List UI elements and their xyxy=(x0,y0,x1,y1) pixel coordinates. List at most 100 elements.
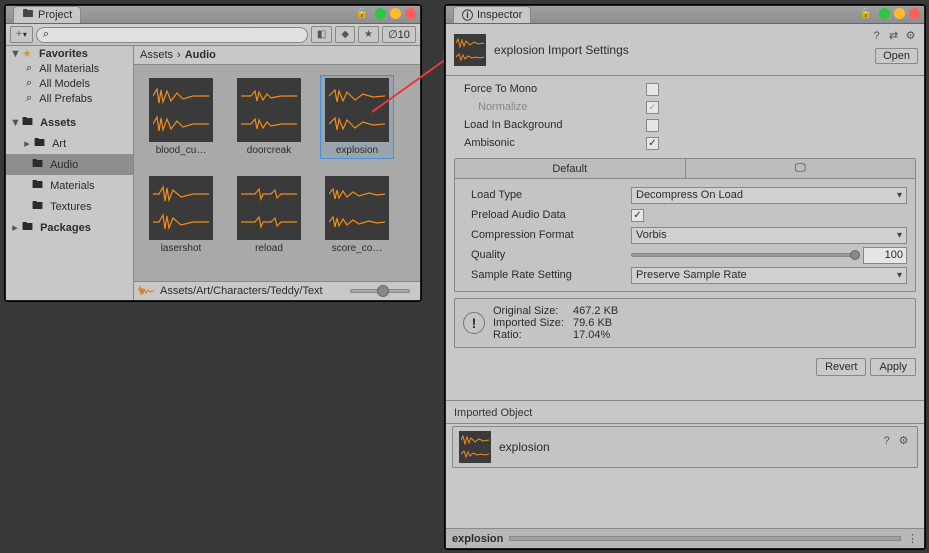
original-size-label: Original Size: xyxy=(493,305,573,317)
sample-rate-dropdown[interactable]: Preserve Sample Rate xyxy=(631,267,907,284)
compression-dropdown[interactable]: Vorbis xyxy=(631,227,907,244)
search-icon: ⌕ xyxy=(26,62,32,75)
thumbnail-size-slider[interactable] xyxy=(350,289,410,293)
normalize-checkbox[interactable]: ✓ xyxy=(646,101,659,114)
filter-label-button[interactable]: ◆ xyxy=(335,26,355,43)
inspector-tab-label: Inspector xyxy=(477,9,522,21)
quality-value[interactable]: 100 xyxy=(863,247,907,264)
force-to-mono-checkbox[interactable] xyxy=(646,83,659,96)
ratio-value: 17.04% xyxy=(573,329,610,341)
import-properties: Force To Mono Normalize✓ Load In Backgro… xyxy=(446,76,924,152)
folder-icon: 🖿 xyxy=(22,5,34,24)
asset-item[interactable]: doorcreak xyxy=(232,75,306,159)
asset-item[interactable]: score_co… xyxy=(320,173,394,257)
breadcrumb[interactable]: Assets › Audio xyxy=(134,46,420,65)
inspector-titlebar[interactable]: ⓘ Inspector 🔒 xyxy=(446,6,924,24)
asset-thumbnail xyxy=(149,176,213,240)
folder-icon: 🖿 xyxy=(34,134,45,153)
favorites-group[interactable]: ▼★ Favorites xyxy=(6,46,133,61)
imported-object-label: Imported Object xyxy=(446,403,924,421)
hidden-toggle[interactable]: ∅10 xyxy=(382,26,416,43)
lock-icon[interactable]: 🔒 xyxy=(860,8,872,19)
minimize-button[interactable] xyxy=(894,8,905,19)
load-type-label: Load Type xyxy=(463,189,631,201)
platform-tab-standalone[interactable]: 🖵 xyxy=(686,159,916,178)
fav-all-prefabs[interactable]: ⌕ All Prefabs xyxy=(6,91,133,106)
info-icon: ⓘ xyxy=(462,7,473,23)
preset-icon[interactable]: ⇄ xyxy=(886,28,901,43)
inspector-title: explosion Import Settings xyxy=(494,43,629,57)
window-controls xyxy=(375,8,416,19)
asset-item[interactable]: lasershot xyxy=(144,173,218,257)
search-icon: ⌕ xyxy=(26,77,32,90)
imported-size-value: 79.6 KB xyxy=(573,317,612,329)
asset-thumbnail xyxy=(454,34,486,66)
folder-icon: 🖿 xyxy=(32,197,43,216)
fav-all-models[interactable]: ⌕ All Models xyxy=(6,76,133,91)
assets-group[interactable]: ▼🖿 Assets xyxy=(6,112,133,133)
revert-button[interactable]: Revert xyxy=(816,358,866,376)
asset-name: lasershot xyxy=(149,243,213,254)
gear-icon[interactable]: ⚙ xyxy=(896,433,911,448)
minimize-button[interactable] xyxy=(390,8,401,19)
folder-icon: 🖿 xyxy=(32,155,43,174)
maximize-button[interactable] xyxy=(879,8,890,19)
ambisonic-checkbox[interactable]: ✓ xyxy=(646,137,659,150)
force-to-mono-label: Force To Mono xyxy=(456,83,646,95)
project-search[interactable]: ⌕ xyxy=(36,27,308,43)
ambisonic-label: Ambisonic xyxy=(456,137,646,149)
asset-grid[interactable]: blood_cu… doorcreak explosion lasershot … xyxy=(134,65,420,281)
folder-textures[interactable]: 🖿 Textures xyxy=(6,196,133,217)
load-type-dropdown[interactable]: Decompress On Load xyxy=(631,187,907,204)
favorite-button[interactable]: ★ xyxy=(358,26,379,43)
imported-size-label: Imported Size: xyxy=(493,317,573,329)
sample-rate-label: Sample Rate Setting xyxy=(463,269,631,281)
close-button[interactable] xyxy=(909,8,920,19)
packages-group[interactable]: ▸🖿 Packages xyxy=(6,217,133,238)
hidden-count: 10 xyxy=(398,29,410,41)
project-titlebar[interactable]: 🖿 Project 🔒 xyxy=(6,6,420,24)
menu-icon[interactable]: ⋮ xyxy=(907,532,918,545)
open-button[interactable]: Open xyxy=(875,48,918,64)
lock-icon[interactable]: 🔒 xyxy=(356,8,368,19)
project-tab[interactable]: 🖿 Project xyxy=(13,6,81,23)
inspector-tab[interactable]: ⓘ Inspector xyxy=(453,6,531,23)
asset-item[interactable]: blood_cu… xyxy=(144,75,218,159)
asset-thumbnail xyxy=(325,176,389,240)
size-info-panel: ! Original Size:467.2 KB Imported Size:7… xyxy=(454,298,916,348)
asset-item[interactable]: explosion xyxy=(320,75,394,159)
menu-icon[interactable]: ⚙ xyxy=(903,28,918,43)
asset-name: reload xyxy=(237,243,301,254)
inspector-window: ⓘ Inspector 🔒 explosion Import Settings … xyxy=(445,5,925,549)
asset-name: blood_cu… xyxy=(149,145,213,156)
folder-icon: 🖿 xyxy=(22,113,33,132)
apply-button[interactable]: Apply xyxy=(870,358,916,376)
help-icon[interactable]: ? xyxy=(869,28,884,43)
quality-slider[interactable] xyxy=(631,253,857,257)
filter-type-button[interactable]: ◧ xyxy=(311,26,332,43)
folder-materials[interactable]: 🖿 Materials xyxy=(6,175,133,196)
status-path-text: Assets/Art/Characters/Teddy/Text xyxy=(160,285,323,297)
platform-tab-default[interactable]: Default xyxy=(455,159,686,178)
asset-thumbnail xyxy=(149,78,213,142)
preview-bar[interactable] xyxy=(509,536,901,541)
waveform-icon xyxy=(138,285,154,297)
folder-art[interactable]: ▸🖿 Art xyxy=(6,133,133,154)
crumb-audio[interactable]: Audio xyxy=(185,49,216,61)
crumb-assets[interactable]: Assets xyxy=(140,49,173,61)
imported-thumbnail xyxy=(459,431,491,463)
help-icon[interactable]: ? xyxy=(879,433,894,448)
preload-checkbox[interactable]: ✓ xyxy=(631,209,644,222)
asset-item[interactable]: reload xyxy=(232,173,306,257)
load-in-bg-checkbox[interactable] xyxy=(646,119,659,132)
folder-audio[interactable]: 🖿 Audio xyxy=(6,154,133,175)
project-tree[interactable]: ▼★ Favorites ⌕ All Materials ⌕ All Model… xyxy=(6,46,134,300)
create-button[interactable]: +▾ xyxy=(10,26,33,43)
monitor-icon: 🖵 xyxy=(795,162,806,175)
fav-all-materials[interactable]: ⌕ All Materials xyxy=(6,61,133,76)
status-path: Assets/Art/Characters/Teddy/Text xyxy=(134,281,420,300)
close-button[interactable] xyxy=(405,8,416,19)
load-in-bg-label: Load In Background xyxy=(456,119,646,131)
platform-panel: Default 🖵 Load TypeDecompress On Load Pr… xyxy=(454,158,916,292)
maximize-button[interactable] xyxy=(375,8,386,19)
